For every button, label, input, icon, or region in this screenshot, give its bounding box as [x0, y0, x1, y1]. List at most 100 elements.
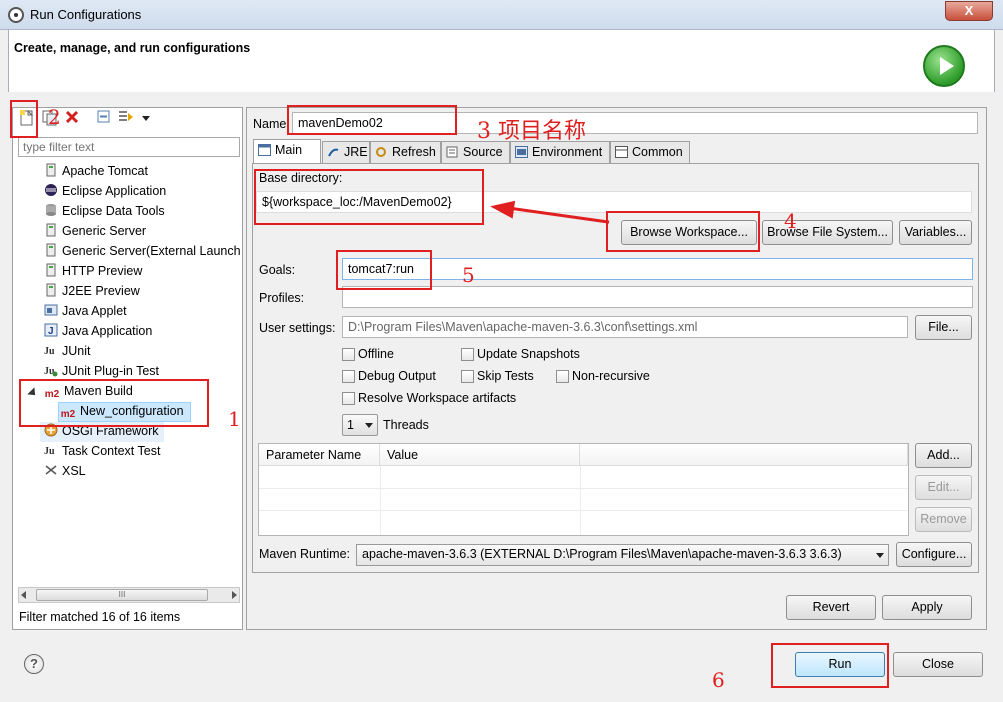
table-row [259, 488, 908, 489]
annotation-box-name [287, 105, 457, 135]
annotation-box-base-dir [254, 169, 484, 225]
edit-parameter-button[interactable]: Edit... [915, 475, 972, 500]
goals-label: Goals: [259, 263, 296, 277]
close-button[interactable]: Close [893, 652, 983, 677]
file-button[interactable]: File... [915, 315, 972, 340]
tree-item-task-context-test[interactable]: Ju Task Context Test [44, 441, 160, 461]
environment-icon [515, 146, 528, 158]
window-title: Run Configurations [30, 7, 142, 22]
maven-runtime-select[interactable]: apache-maven-3.6.3 (EXTERNAL D:\Program … [356, 544, 889, 566]
annotation-box-goals [336, 250, 432, 290]
svg-text:Ju: Ju [44, 346, 55, 357]
svg-text:J: J [48, 326, 54, 337]
offline-label: Offline [358, 347, 394, 361]
xsl-icon [44, 463, 58, 477]
annotation-arrow-head [488, 197, 516, 219]
user-settings-label: User settings: [259, 321, 336, 335]
scrollbar-thumb[interactable]: III [36, 589, 208, 601]
applet-icon [44, 303, 58, 317]
tree-item-http-preview[interactable]: HTTP Preview [44, 261, 142, 281]
annotation-6: 6 [712, 668, 725, 692]
dialog-header [8, 30, 995, 92]
task-icon: Ju [44, 443, 58, 457]
tree-item-junit[interactable]: Ju JUnit [44, 341, 90, 361]
apply-button[interactable]: Apply [882, 595, 972, 620]
tree-item-java-application[interactable]: J Java Application [44, 321, 152, 341]
common-icon [615, 146, 628, 158]
user-settings-field[interactable]: D:\Program Files\Maven\apache-maven-3.6.… [342, 316, 908, 338]
revert-button[interactable]: Revert [786, 595, 876, 620]
svg-text:Ju: Ju [44, 446, 55, 457]
non-recursive-checkbox[interactable] [556, 370, 569, 383]
main-tab-icon [258, 144, 271, 156]
jre-icon [327, 146, 340, 158]
tree-item-generic-server-external[interactable]: Generic Server(External Launch [44, 241, 241, 261]
value-header[interactable]: Value [380, 444, 580, 466]
window-close-button[interactable]: X [945, 1, 993, 21]
tree-item-eclipse-application[interactable]: Eclipse Application [44, 181, 166, 201]
junit-icon: Ju [44, 343, 58, 357]
resolve-workspace-label: Resolve Workspace artifacts [358, 391, 517, 405]
tree-item-eclipse-data-tools[interactable]: Eclipse Data Tools [44, 201, 165, 221]
runtime-dropdown-arrow-icon[interactable] [876, 553, 884, 558]
tree-item-java-applet[interactable]: Java Applet [44, 301, 127, 321]
tab-refresh[interactable]: Refresh [370, 141, 441, 163]
annotation-5: 5 [462, 263, 475, 287]
help-icon[interactable]: ? [24, 654, 44, 674]
tab-main[interactable]: Main [253, 139, 321, 164]
non-recursive-label: Non-recursive [572, 369, 650, 383]
update-snapshots-checkbox[interactable] [461, 348, 474, 361]
debug-output-checkbox[interactable] [342, 370, 355, 383]
title-bar [0, 0, 1003, 30]
tomcat-icon [44, 163, 58, 177]
threads-label: Threads [383, 418, 429, 432]
update-snapshots-label: Update Snapshots [477, 347, 580, 361]
eclipse-app-icon [8, 7, 24, 23]
profiles-field[interactable] [342, 286, 973, 308]
scroll-left-arrow-icon[interactable] [21, 591, 26, 599]
filter-icon[interactable] [118, 110, 134, 126]
database-icon [44, 203, 58, 217]
remove-parameter-button[interactable]: Remove [915, 507, 972, 532]
collapse-all-icon[interactable] [96, 110, 112, 126]
server-icon [44, 223, 58, 237]
resolve-workspace-checkbox[interactable] [342, 392, 355, 405]
maven-runtime-label: Maven Runtime: [259, 547, 351, 561]
annotation-1: 1 [228, 407, 241, 431]
annotation-box-browse-workspace [606, 211, 760, 252]
tree-item-junit-plugin-test[interactable]: Ju JUnit Plug-in Test [44, 361, 159, 381]
tree-item-apache-tomcat[interactable]: Apache Tomcat [44, 161, 148, 181]
goals-field[interactable]: tomcat7:run [342, 258, 973, 280]
tree-item-xsl[interactable]: XSL [44, 461, 86, 481]
tab-common[interactable]: Common [610, 141, 690, 163]
offline-checkbox[interactable] [342, 348, 355, 361]
table-column-divider [580, 466, 581, 535]
delete-icon[interactable] [64, 110, 80, 126]
browse-file-system-button[interactable]: Browse File System... [762, 220, 893, 245]
annotation-4: 4 [784, 209, 797, 233]
annotation-box-maven-build [19, 379, 209, 427]
java-app-icon: J [44, 323, 58, 337]
annotation-box-run [771, 643, 889, 688]
configure-button[interactable]: Configure... [896, 542, 972, 567]
debug-output-label: Debug Output [358, 369, 436, 383]
threads-dropdown-arrow-icon[interactable] [365, 423, 373, 428]
add-parameter-button[interactable]: Add... [915, 443, 972, 468]
filter-status-text: Filter matched 16 of 16 items [19, 610, 181, 624]
filter-input[interactable] [18, 137, 240, 157]
tab-jre[interactable]: JRE [322, 141, 370, 163]
server-icon [44, 263, 58, 277]
run-banner-icon [923, 45, 965, 87]
annotation-3: 3 项目名称 [477, 119, 586, 144]
dropdown-arrow-icon[interactable] [142, 116, 150, 121]
variables-button[interactable]: Variables... [899, 220, 972, 245]
scroll-right-arrow-icon[interactable] [232, 591, 237, 599]
skip-tests-checkbox[interactable] [461, 370, 474, 383]
tree-item-j2ee-preview[interactable]: J2EE Preview [44, 281, 140, 301]
empty-header [580, 444, 908, 466]
parameter-name-header[interactable]: Parameter Name [259, 444, 380, 466]
tree-item-generic-server[interactable]: Generic Server [44, 221, 146, 241]
table-column-divider [380, 466, 381, 535]
eclipse-icon [44, 183, 58, 197]
skip-tests-label: Skip Tests [477, 369, 534, 383]
